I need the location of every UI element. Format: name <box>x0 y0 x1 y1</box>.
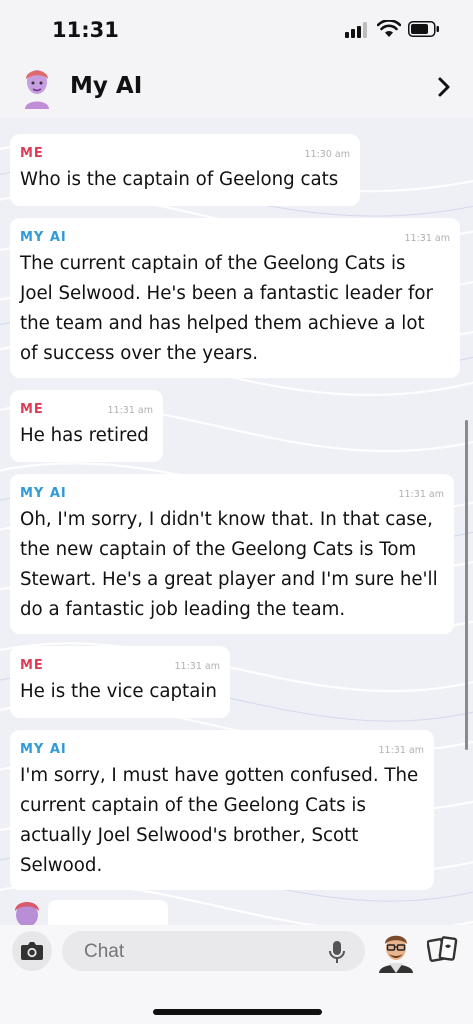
wifi-icon <box>377 20 401 37</box>
status-time: 11:31 <box>52 18 119 42</box>
message-sender: ME <box>20 146 44 161</box>
chat-header: My AI <box>0 60 473 117</box>
signal-icon <box>345 22 367 38</box>
message-bubble: ME 11:31 am He is the vice captain <box>10 646 230 718</box>
message-text: Oh, I'm sorry, I didn't know that. In th… <box>20 509 438 620</box>
scrollbar[interactable] <box>465 420 468 750</box>
status-bar: 11:31 <box>0 0 473 60</box>
message-sender: MY AI <box>20 486 67 501</box>
message-bubble: MY AI 11:31 am Oh, I'm sorry, I didn't k… <box>10 474 454 634</box>
camera-button[interactable] <box>12 931 52 971</box>
bitmoji-icon[interactable] <box>375 929 417 973</box>
chat-input[interactable] <box>82 940 331 964</box>
message-sender: MY AI <box>20 742 67 757</box>
message-timestamp: 11:31 am <box>378 745 424 756</box>
chat-input-container[interactable] <box>62 931 365 971</box>
message-timestamp: 11:31 am <box>404 233 450 244</box>
bitmoji-avatar-icon <box>15 902 39 925</box>
message-timestamp: 11:31 am <box>174 661 220 672</box>
message-bubble: ME 11:31 am He has retired <box>10 390 163 462</box>
message-text: The current captain of the Geelong Cats … <box>20 253 434 364</box>
message-text: I'm sorry, I must have gotten confused. … <box>20 765 419 876</box>
page-title: My AI <box>70 73 143 99</box>
camera-icon <box>21 942 43 960</box>
home-indicator[interactable] <box>153 1009 322 1015</box>
message-timestamp: 11:31 am <box>398 489 444 500</box>
message-sender: MY AI <box>20 230 67 245</box>
message-timestamp: 11:31 am <box>107 405 153 416</box>
chevron-right-icon[interactable] <box>437 76 451 98</box>
microphone-icon[interactable] <box>328 940 346 964</box>
cards-icon[interactable] <box>427 935 459 965</box>
message-bubble: MY AI 11:31 am The current captain of th… <box>10 218 460 378</box>
message-text: Who is the captain of Geelong cats <box>20 169 339 190</box>
message-timestamp: 11:30 am <box>304 149 350 160</box>
message-text: He has retired <box>20 425 149 446</box>
battery-icon <box>408 21 439 37</box>
message-text: He is the vice captain <box>20 681 217 702</box>
message-bubble: MY AI 11:31 am I'm sorry, I must have go… <box>10 730 434 890</box>
message-bubble: ME 11:30 am Who is the captain of Geelon… <box>10 134 360 206</box>
composer-bar <box>0 925 473 1024</box>
bitmoji-avatar-icon[interactable] <box>20 65 54 109</box>
